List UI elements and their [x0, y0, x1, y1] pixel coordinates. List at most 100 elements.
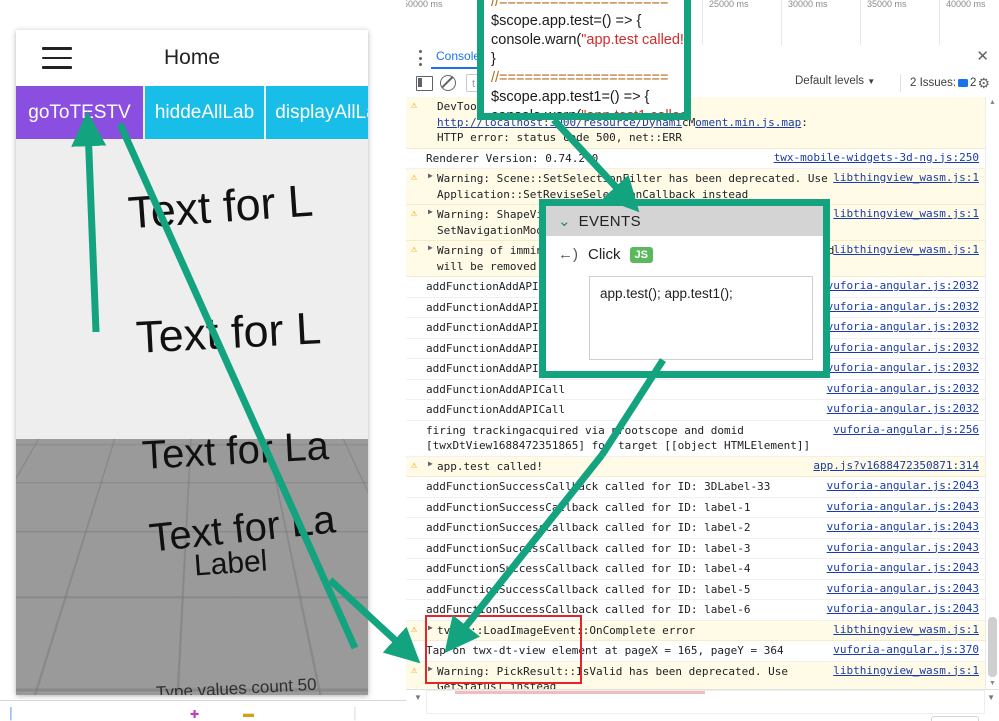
console-source-link[interactable]: libthingview_wasm.js:1 [833, 623, 979, 636]
console-log-list[interactable]: ⚠DevTools failed to load content for htt… [406, 97, 985, 689]
scrollbar-thumb[interactable] [988, 617, 997, 677]
bottom-button[interactable] [931, 716, 979, 721]
expand-triangle-icon[interactable]: ▶ [428, 207, 433, 216]
js-badge: JS [629, 246, 653, 263]
issue-message-icon [958, 79, 969, 87]
event-handler-input[interactable]: app.test(); app.test1(); [589, 276, 813, 360]
code-text: console.warn( [491, 108, 582, 120]
goto-testview-button[interactable]: goToTESTV [16, 86, 143, 139]
more-options-icon[interactable] [418, 50, 422, 66]
code-comment: //==================== [491, 70, 669, 86]
console-log-row[interactable]: addFunctionAddAPICall vuforia-angular.js:… [406, 400, 985, 421]
console-log-row[interactable]: addFunctionSuccessCallback called for ID… [406, 539, 985, 559]
floor-grid [16, 439, 368, 695]
back-arrow-icon[interactable]: ←) [558, 246, 578, 263]
console-source-link[interactable]: vuforia-angular.js:2043 [827, 561, 979, 574]
console-log-row[interactable]: ⚠ ▶ app.test called! app.js?v1688472350871:… [406, 456, 985, 477]
console-source-link[interactable]: vuforia-angular.js:2043 [827, 500, 979, 513]
console-source-link[interactable]: vuforia-angular.js:2032 [827, 382, 979, 395]
console-source-link[interactable]: vuforia-angular.js:2032 [827, 320, 979, 333]
console-log-row[interactable]: addFunctionSuccessCallback called for ID… [406, 559, 985, 580]
warning-icon: ⚠ [411, 459, 418, 471]
console-source-link[interactable]: vuforia-angular.js:2032 [827, 300, 979, 313]
log-levels-label: Default levels [795, 75, 865, 87]
console-source-link[interactable]: vuforia-angular.js:2032 [827, 361, 979, 374]
expand-triangle-icon[interactable]: ▶ [428, 623, 433, 632]
scene-label[interactable]: Label [193, 544, 269, 583]
console-source-link[interactable]: vuforia-angular.js:2032 [827, 279, 979, 292]
code-line: } [491, 51, 496, 67]
console-log-row[interactable]: addFunctionSuccessCallback called for ID… [406, 580, 985, 600]
scene-floor [16, 439, 368, 695]
taskbar-divider: │ [352, 708, 359, 720]
console-source-link[interactable]: vuforia-angular.js:2043 [827, 520, 979, 533]
code-line: console.warn("app.test1 called!" [484, 107, 684, 120]
issues-badge[interactable]: 2 Issues: 2 [900, 74, 976, 92]
close-icon[interactable]: ✕ [976, 48, 989, 66]
console-source-link[interactable]: app.js?v1688472350871:314 [813, 459, 979, 472]
console-link[interactable]: oment.min.js.map [695, 116, 801, 129]
console-source-link[interactable]: vuforia-angular.js:370 [833, 643, 979, 656]
hide-all-labels-button[interactable]: hiddeAllLab [145, 86, 264, 139]
scene-label[interactable]: Text for L [135, 302, 323, 364]
hamburger-menu-icon[interactable] [42, 47, 72, 69]
console-source-link[interactable]: vuforia-angular.js:256 [833, 423, 979, 436]
code-line: console.warn("app.test called!") [484, 31, 684, 50]
console-source-link[interactable]: vuforia-angular.js:2043 [827, 582, 979, 595]
bottom-panel [426, 690, 985, 714]
console-source-link[interactable]: vuforia-angular.js:2043 [827, 479, 979, 492]
console-source-link[interactable]: libthingview_wasm.js:1 [833, 664, 979, 677]
console-log-row[interactable]: addFunctionSuccessCallback called for ID… [406, 518, 985, 539]
console-source-link[interactable]: libthingview_wasm.js:1 [833, 171, 979, 184]
clear-console-icon[interactable] [440, 75, 456, 91]
3d-scene-viewport[interactable]: Text for L Text for L Text for La Text f… [16, 139, 368, 695]
app-header: Home [16, 30, 368, 86]
expand-triangle-icon[interactable]: ▶ [428, 459, 433, 468]
console-log-row[interactable]: ⚠ ▶ tvapi::LoadImageEvent::OnComplete erro… [406, 620, 985, 641]
chevron-down-icon[interactable]: ⌄ [558, 212, 571, 230]
events-panel-body: ←) Click JS app.test(); app.test1(); [546, 236, 823, 360]
show-console-sidebar-icon[interactable] [416, 76, 433, 91]
console-scrollbar[interactable]: ▲ ▼ [985, 97, 999, 689]
console-log-row[interactable]: addFunctionSuccessCallback called for ID… [406, 477, 985, 498]
console-source-link[interactable]: libthingview_wasm.js:1 [833, 207, 979, 220]
issues-label: 2 Issues: [910, 77, 957, 89]
events-panel-header[interactable]: ⌄ EVENTS [546, 206, 823, 236]
console-source-link[interactable]: vuforia-angular.js:2032 [827, 402, 979, 415]
code-line: $scope.app.test1=() => { [491, 89, 650, 105]
console-log-row[interactable]: Tap on twx-dt-view element at pageX = 16… [406, 641, 985, 662]
warning-icon: ⚠ [411, 208, 418, 219]
console-source-link[interactable]: vuforia-angular.js:2043 [827, 541, 979, 554]
console-source-link[interactable]: vuforia-angular.js:2043 [827, 602, 979, 615]
events-panel-title: EVENTS [578, 212, 641, 230]
console-log-row[interactable]: Renderer Version: 0.74.2.0 twx-mobile-wid… [406, 149, 985, 169]
tab-console[interactable]: Console [430, 49, 486, 69]
settings-gear-icon[interactable]: ⚙ [977, 75, 990, 91]
warning-icon: ⚠ [411, 623, 418, 635]
timeline-tick: 50000 ms [406, 0, 443, 9]
warning-icon: ⚠ [411, 664, 418, 676]
console-log-row[interactable]: addFunctionSuccessCallback called for ID… [406, 498, 985, 518]
console-log-row[interactable]: firing trackingacquired via prootscope a… [406, 421, 985, 457]
console-source-link[interactable]: vuforia-angular.js:2032 [827, 341, 979, 354]
chevron-down-icon[interactable]: ▼ [414, 693, 422, 702]
log-levels-dropdown[interactable]: Default levels ▼ [795, 75, 875, 87]
scroll-down-icon[interactable]: ▼ [989, 680, 996, 687]
console-log-row[interactable]: ⚠ ▶ Warning: PickResult::IsValid has been … [406, 661, 985, 689]
expand-triangle-icon[interactable]: ▶ [428, 171, 433, 180]
expand-triangle-icon[interactable]: ▶ [428, 243, 433, 252]
console-source-link[interactable]: libthingview_wasm.js:1 [833, 243, 979, 256]
warning-icon: ⚠ [411, 172, 418, 183]
chevron-down-icon[interactable]: ▼ [987, 693, 995, 702]
taskbar-strip: │ ✚ ▬ │ [0, 700, 406, 721]
expand-triangle-icon[interactable]: ▶ [428, 664, 433, 673]
scroll-up-icon[interactable]: ▲ [989, 99, 996, 106]
timeline-tick: 40000 ms [946, 0, 986, 9]
code-line: //==================== [484, 69, 684, 88]
code-string: "app.test called!" [581, 32, 690, 48]
display-all-labels-button[interactable]: displayAllLa [266, 86, 368, 139]
console-log-row[interactable]: addFunctionSuccessCallback called for ID… [406, 600, 985, 621]
taskbar-icon-b: ✚ [190, 709, 200, 721]
console-source-link[interactable]: twx-mobile-widgets-3d-ng.js:250 [774, 151, 979, 164]
console-log-row[interactable]: addFunctionAddAPICall vuforia-angular.js:… [406, 380, 985, 400]
